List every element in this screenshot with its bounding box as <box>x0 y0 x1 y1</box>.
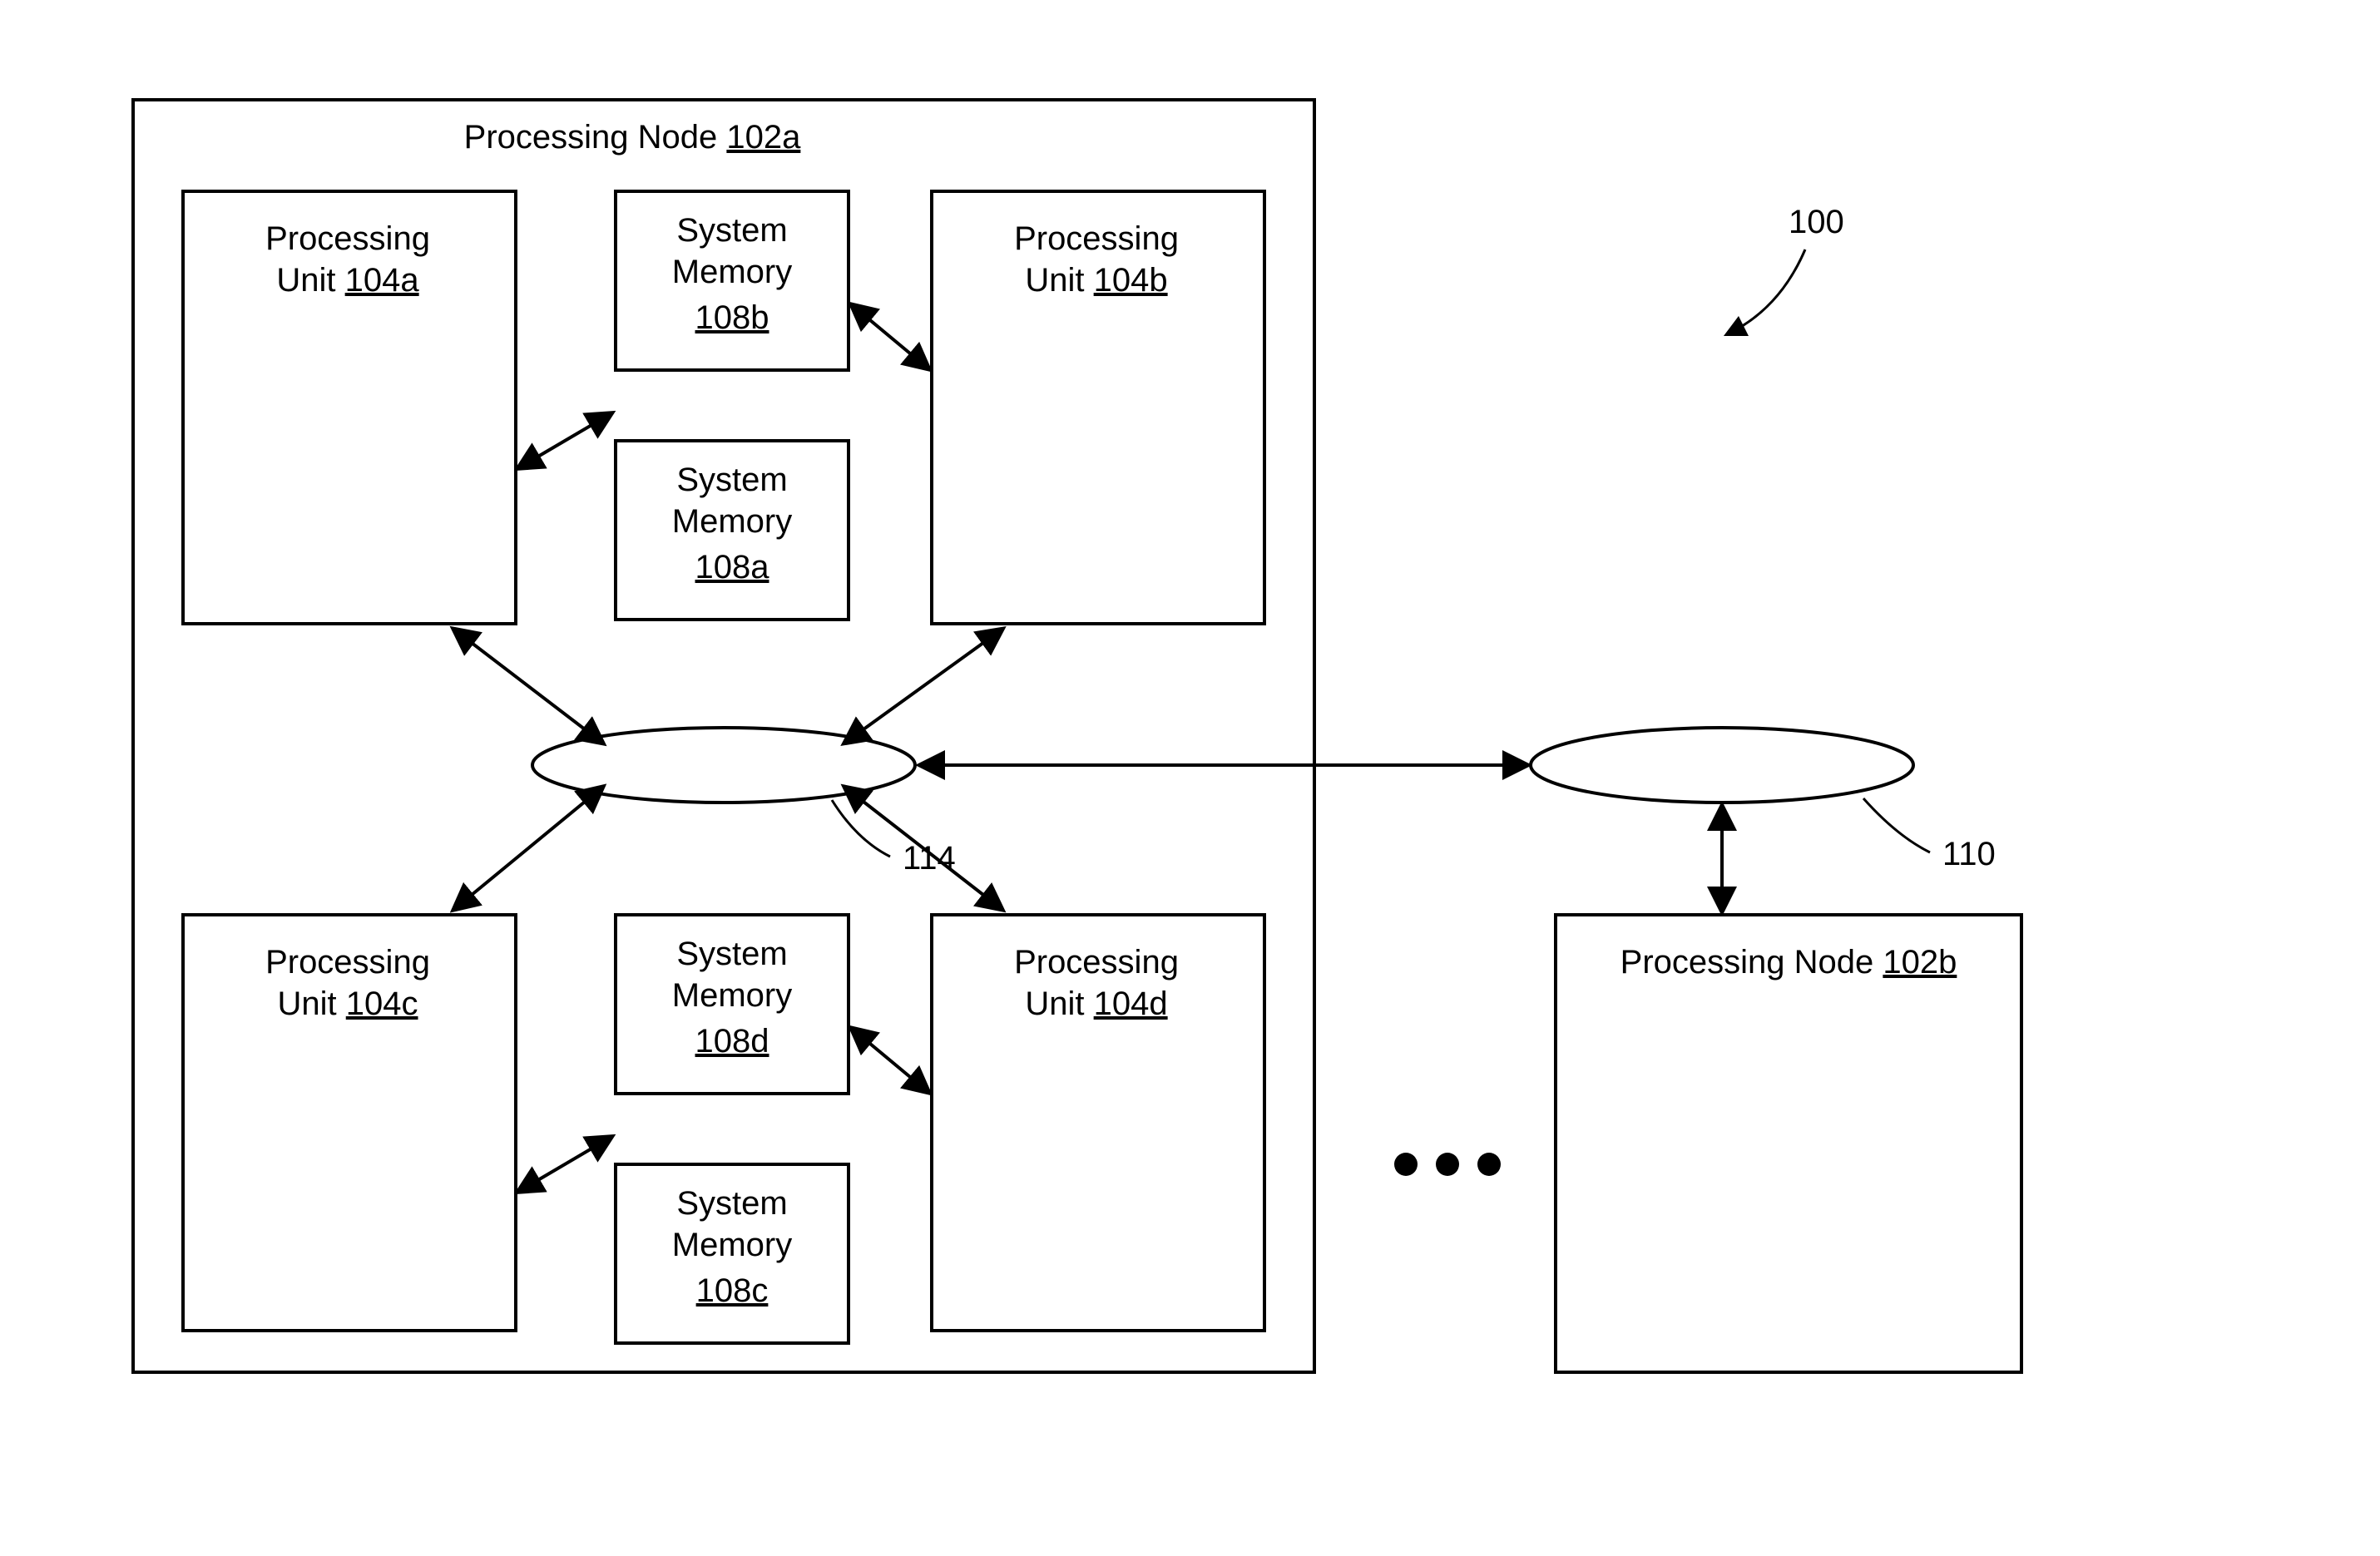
pu-d-line1: Processing <box>1014 944 1179 981</box>
sm-d-ref: 108d <box>695 1023 769 1060</box>
pu-c-line2: Unit 104c <box>277 985 418 1022</box>
sm-a-ref: 108a <box>695 549 770 585</box>
sm-a-line1: System <box>676 462 787 498</box>
label-114: 114 <box>903 840 956 877</box>
pu-a-line1: Processing <box>265 220 430 257</box>
label-100: 100 <box>1789 204 1844 240</box>
pu-b-line2: Unit 104b <box>1025 262 1167 299</box>
sm-b-ref: 108b <box>695 299 769 336</box>
ellipsis-dot <box>1394 1153 1418 1176</box>
sm-c-line1: System <box>676 1185 787 1222</box>
sm-b-line1: System <box>676 212 787 249</box>
processing-node-b <box>1556 915 2021 1372</box>
sm-d-line2: Memory <box>672 977 792 1014</box>
sm-c-line2: Memory <box>672 1227 792 1263</box>
pu-d-line2: Unit 104d <box>1025 985 1167 1022</box>
ellipsis-dot <box>1477 1153 1501 1176</box>
sm-c-ref: 108c <box>696 1272 769 1309</box>
pu-a-line2: Unit 104a <box>276 262 419 299</box>
sm-a-line2: Memory <box>672 503 792 540</box>
pu-b-line1: Processing <box>1014 220 1179 257</box>
label-110: 110 <box>1942 836 1996 872</box>
local-fabric-ellipse <box>532 728 915 803</box>
sm-d-line1: System <box>676 936 787 972</box>
leader-100 <box>1730 249 1805 333</box>
pu-c-line1: Processing <box>265 944 430 981</box>
ellipsis-dot <box>1436 1153 1459 1176</box>
system-interconnect-ellipse <box>1531 728 1913 803</box>
node-b-title: Processing Node 102b <box>1620 944 1957 981</box>
leader-110 <box>1863 798 1930 852</box>
node-a-title: Processing Node 102a <box>464 119 801 156</box>
sm-b-line2: Memory <box>672 254 792 290</box>
